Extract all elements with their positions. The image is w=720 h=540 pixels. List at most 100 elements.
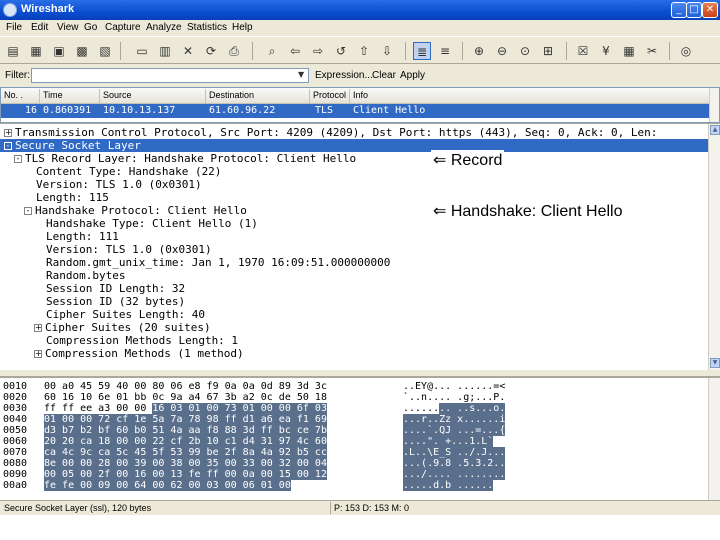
column-time[interactable]: Time (43, 90, 63, 100)
close-button[interactable]: ✕ (702, 2, 718, 18)
tree-item-handshake-length[interactable]: Length: 111 (0, 230, 708, 243)
title-bar[interactable]: Wireshark _ □ ✕ (0, 0, 720, 20)
clear-button[interactable]: Clear (372, 70, 396, 81)
filter-input[interactable] (31, 68, 309, 83)
stop-capture-icon[interactable]: ▩ (73, 42, 91, 60)
go-last-icon[interactable]: ⇩ (378, 42, 396, 60)
packet-list: No. . Time Source Destination Protocol I… (0, 87, 720, 123)
expand-icon[interactable]: + (34, 324, 42, 332)
filter-dropdown-icon[interactable]: ▼ (298, 70, 304, 79)
packet-protocol: TLS (315, 105, 334, 116)
capture-filters-icon[interactable]: ☒ (574, 42, 592, 60)
tree-item-ssl[interactable]: - Secure Socket Layer (0, 139, 708, 152)
table-row[interactable]: 16 0.860391 10.10.13.137 61.60.96.22 TLS… (1, 104, 709, 118)
column-destination[interactable]: Destination (209, 90, 254, 100)
minimize-button[interactable]: _ (671, 2, 687, 18)
tree-item-compression-methods[interactable]: + Compression Methods (1 method) (0, 347, 708, 360)
open-file-icon[interactable]: ▭ (133, 42, 151, 60)
packet-destination: 61.60.96.22 (209, 105, 276, 116)
resize-columns-icon[interactable]: ⊞ (539, 42, 557, 60)
go-to-packet-icon[interactable]: ↺ (332, 42, 350, 60)
zoom-normal-icon[interactable]: ⊙ (516, 42, 534, 60)
display-filters-icon[interactable]: ¥ (597, 42, 615, 60)
hex-row: 0090 00 05 00 2f 00 16 00 13 fe ff 00 0a… (3, 469, 506, 480)
tree-item-cipher-suites[interactable]: + Cipher Suites (20 suites) (0, 321, 708, 334)
tree-item-session-id-length[interactable]: Session ID Length: 32 (0, 282, 708, 295)
toolbar-separator (669, 42, 670, 60)
tree-item-cipher-suites-length[interactable]: Cipher Suites Length: 40 (0, 308, 708, 321)
toolbar-separator (252, 42, 253, 60)
column-protocol[interactable]: Protocol (313, 90, 346, 100)
packet-source: 10.10.13.137 (103, 105, 176, 116)
go-first-icon[interactable]: ⇧ (355, 42, 373, 60)
menu-go[interactable]: Go (84, 22, 97, 33)
collapse-icon[interactable]: - (24, 207, 32, 215)
expand-icon[interactable]: + (34, 350, 42, 358)
reload-icon[interactable]: ⟳ (202, 42, 220, 60)
menu-file[interactable]: File (6, 22, 22, 33)
restart-capture-icon[interactable]: ▧ (96, 42, 114, 60)
coloring-rules-icon[interactable]: ▦ (620, 42, 638, 60)
save-file-icon[interactable]: ▥ (156, 42, 174, 60)
go-back-icon[interactable]: ⇦ (286, 42, 304, 60)
hex-row: 0020 60 16 10 6e 01 bb 0c 9a a4 67 3b a2… (3, 392, 506, 403)
hex-row: 0060 20 20 ca 18 00 00 22 cf 2b 10 c1 d4… (3, 436, 494, 447)
tree-item-session-id[interactable]: Session ID (32 bytes) (0, 295, 708, 308)
expand-icon[interactable]: + (4, 129, 12, 137)
colorize-icon[interactable]: ≣ (413, 42, 431, 60)
auto-scroll-icon[interactable]: ≡ (436, 42, 454, 60)
toolbar-separator (120, 42, 121, 60)
main-toolbar: ▤ ▦ ▣ ▩ ▧ ▭ ▥ ✕ ⟳ ⎙ ⌕ ⇦ ⇨ ↺ ⇧ ⇩ ≣ ≡ ⊕ ⊖ … (0, 36, 720, 64)
zoom-in-icon[interactable]: ⊕ (470, 42, 488, 60)
window-title: Wireshark (21, 3, 75, 15)
packet-time: 0.860391 (43, 105, 92, 116)
tree-item-random-time[interactable]: Random.gmt_unix_time: Jan 1, 1970 16:09:… (0, 256, 708, 269)
hex-row: 0050 d3 b7 b2 bf 60 b0 51 4a aa f8 88 3d… (3, 425, 506, 436)
tree-item-tcp[interactable]: + Transmission Control Protocol, Src Port… (0, 126, 708, 139)
start-capture-icon[interactable]: ▣ (50, 42, 68, 60)
menu-analyze[interactable]: Analyze (146, 22, 182, 33)
interfaces-icon[interactable]: ▤ (4, 42, 22, 60)
tree-item-handshake-version[interactable]: Version: TLS 1.0 (0x0301) (0, 243, 708, 256)
details-scrollbar[interactable]: ▲ ▼ (708, 124, 720, 370)
packet-list-header: No. . Time Source Destination Protocol I… (1, 88, 709, 104)
tree-item-tls-record[interactable]: - TLS Record Layer: Handshake Protocol: C… (0, 152, 708, 165)
find-packet-icon[interactable]: ⌕ (263, 42, 281, 60)
tree-item-compression-length[interactable]: Compression Methods Length: 1 (0, 334, 708, 347)
scroll-up-icon[interactable]: ▲ (710, 125, 720, 135)
status-bar: Secure Socket Layer (ssl), 120 bytes P: … (0, 500, 720, 515)
collapse-icon[interactable]: - (14, 155, 22, 163)
annotation-handshake: ⇐ Handshake: Client Hello (431, 201, 625, 221)
menu-view[interactable]: View (57, 22, 79, 33)
column-no[interactable]: No. . (4, 90, 23, 100)
help-icon[interactable]: ◎ (677, 42, 695, 60)
print-icon[interactable]: ⎙ (225, 42, 243, 60)
packet-list-scrollbar[interactable] (709, 88, 719, 122)
scroll-down-icon[interactable]: ▼ (710, 358, 720, 368)
hex-dump-pane: 0010 00 a0 45 59 40 00 80 06 e8 f9 0a 0a… (0, 376, 720, 500)
menu-help[interactable]: Help (232, 22, 253, 33)
go-forward-icon[interactable]: ⇨ (309, 42, 327, 60)
menu-capture[interactable]: Capture (105, 22, 141, 33)
apply-button[interactable]: Apply (400, 70, 425, 81)
capture-options-icon[interactable]: ▦ (27, 42, 45, 60)
collapse-icon[interactable]: - (4, 142, 12, 150)
preferences-icon[interactable]: ✂ (643, 42, 661, 60)
column-info[interactable]: Info (353, 90, 368, 100)
menu-edit[interactable]: Edit (31, 22, 48, 33)
tree-item-content-type[interactable]: Content Type: Handshake (22) (0, 165, 708, 178)
hex-row: 0030 ff ff ee a3 00 00 16 03 01 00 73 01… (3, 403, 506, 414)
hex-row: 0080 8e 00 00 28 00 39 00 38 00 35 00 33… (3, 458, 506, 469)
menu-bar: File Edit View Go Capture Analyze Statis… (0, 20, 720, 36)
column-source[interactable]: Source (103, 90, 132, 100)
close-file-icon[interactable]: ✕ (179, 42, 197, 60)
maximize-button[interactable]: □ (686, 2, 702, 18)
hex-scrollbar[interactable] (708, 378, 720, 500)
tree-item-record-version[interactable]: Version: TLS 1.0 (0x0301) (0, 178, 708, 191)
wireshark-window: Wireshark _ □ ✕ File Edit View Go Captur… (0, 0, 720, 515)
expression-button[interactable]: Expression... (315, 70, 373, 81)
status-field-info: Secure Socket Layer (ssl), 120 bytes (4, 503, 152, 513)
zoom-out-icon[interactable]: ⊖ (493, 42, 511, 60)
tree-item-random-bytes[interactable]: Random.bytes (0, 269, 708, 282)
menu-statistics[interactable]: Statistics (187, 22, 227, 33)
